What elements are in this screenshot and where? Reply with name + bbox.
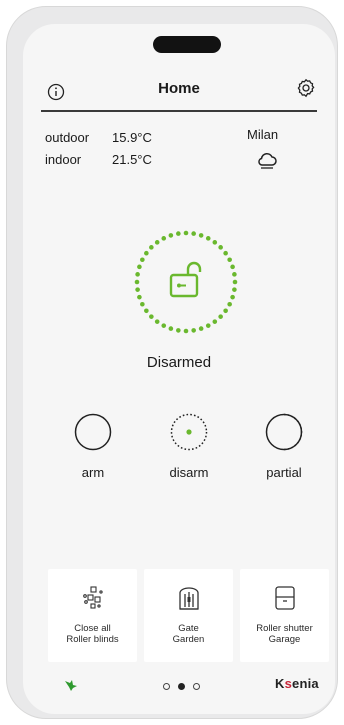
ring-dot <box>230 264 235 270</box>
tile-gate-garden[interactable]: Gate Garden <box>144 569 233 662</box>
ring-dot <box>168 233 174 238</box>
header-divider <box>41 110 317 112</box>
ring-dot <box>191 328 196 333</box>
roller-shutter-icon <box>273 585 297 611</box>
ring-dot <box>161 236 167 241</box>
brand-suffix: enia <box>292 676 319 691</box>
tile-line2: Garage <box>268 634 301 645</box>
ring-dot <box>218 245 223 250</box>
arm-button[interactable] <box>74 413 112 451</box>
arm-label: arm <box>81 465 105 480</box>
ring-dot <box>212 240 218 245</box>
tile-line2: Garden <box>172 634 205 645</box>
ring-dot <box>176 328 181 333</box>
brand-prefix: K <box>275 676 285 691</box>
ring-dot <box>137 264 142 270</box>
ring-dot <box>144 250 149 256</box>
ring-dot <box>176 231 181 236</box>
tile-close-roller-blinds[interactable]: Close all Roller blinds <box>48 569 137 662</box>
outdoor-label: outdoor <box>45 130 90 145</box>
ring-dot <box>205 236 211 241</box>
ring-dot <box>168 326 174 331</box>
camera-notch <box>153 36 221 53</box>
ring-dot <box>154 319 160 324</box>
ring-dot <box>149 245 154 250</box>
tile-line2: Roller blinds <box>66 634 119 645</box>
green-bird-logo-icon[interactable] <box>63 678 79 692</box>
ring-dot <box>230 294 235 300</box>
ring-dot <box>140 257 145 263</box>
page-dot-active[interactable] <box>178 683 185 690</box>
ring-dot <box>135 272 140 277</box>
app-screen: Home outdoor 15.9°C indoor 21.5°C Milan <box>23 24 335 714</box>
ring-dot <box>137 294 142 300</box>
ring-dot <box>227 257 232 263</box>
ring-dot <box>183 328 189 334</box>
ring-dot <box>218 314 223 319</box>
partial-label: partial <box>266 465 302 480</box>
indoor-label: indoor <box>45 152 82 167</box>
ring-dot <box>134 279 140 285</box>
indoor-temp: 21.5°C <box>112 152 152 167</box>
gear-icon[interactable] <box>295 77 317 99</box>
ring-dot <box>183 230 189 236</box>
alarm-status-text: Disarmed <box>146 354 212 371</box>
brand-accent: s <box>284 676 293 691</box>
roller-blinds-icon <box>80 585 106 611</box>
ring-dot <box>223 308 228 314</box>
disarm-button[interactable] <box>170 413 208 451</box>
ring-dot <box>191 231 196 236</box>
ring-dot <box>212 319 218 324</box>
indoor-row: indoor 21.5°C <box>45 152 152 167</box>
tile-line1: Gate <box>178 623 199 634</box>
outdoor-row: outdoor 15.9°C <box>45 130 152 145</box>
page-dot[interactable] <box>193 683 200 690</box>
tile-line1: Close all <box>74 623 111 634</box>
ring-dot <box>140 301 145 307</box>
unlocked-padlock-icon <box>169 261 202 298</box>
ring-dot <box>198 326 204 331</box>
ring-dot <box>161 323 167 328</box>
ring-dot <box>227 301 232 307</box>
ring-dot <box>205 323 211 328</box>
page-dot[interactable] <box>163 683 170 690</box>
page-title: Home <box>158 80 200 97</box>
tile-roller-shutter-garage[interactable]: Roller shutter Garage <box>240 569 329 662</box>
ring-dot <box>232 272 237 277</box>
outdoor-temp: 15.9°C <box>112 130 152 145</box>
phone-frame: Home outdoor 15.9°C indoor 21.5°C Milan <box>6 6 338 719</box>
disarm-label: disarm <box>169 465 209 480</box>
page-indicator[interactable] <box>163 683 200 690</box>
cloud-icon <box>254 149 280 171</box>
ring-dot <box>198 233 204 238</box>
city-name: Milan <box>247 127 279 142</box>
alarm-status-ring[interactable] <box>133 229 239 335</box>
ring-dot <box>223 250 228 256</box>
ring-dot <box>232 287 237 292</box>
gate-icon <box>177 585 201 611</box>
ring-dot <box>154 240 160 245</box>
ring-dot <box>135 287 140 292</box>
tile-line1: Roller shutter <box>256 623 313 634</box>
brand-logo: Ksenia <box>275 676 319 691</box>
ring-dot <box>149 314 154 319</box>
ring-dot <box>232 279 238 285</box>
ring-dot <box>144 308 149 314</box>
partial-button[interactable] <box>265 413 303 451</box>
